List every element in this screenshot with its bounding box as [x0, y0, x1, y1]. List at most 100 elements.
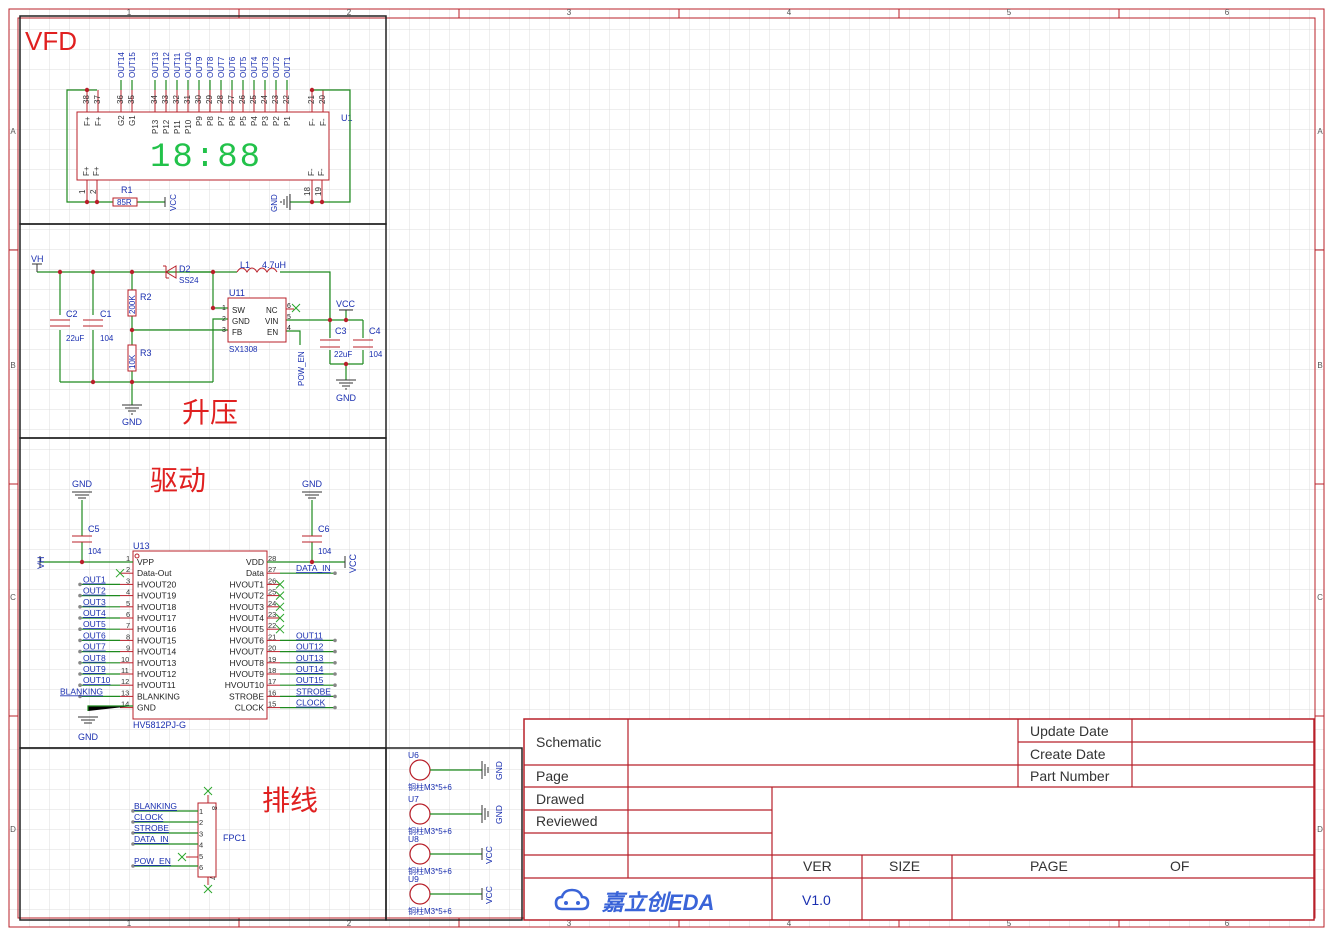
vfd-bottom-pin-name-19: F- — [317, 168, 326, 176]
mount-ref: U7 — [408, 794, 419, 804]
u13-right-pin-name: HVOUT10 — [225, 680, 264, 690]
vfd-top-pin-name: P6 — [228, 116, 237, 126]
vfd-top-pin-num: 32 — [172, 95, 181, 104]
net-endpoint — [78, 649, 82, 654]
u13-left-pin-name: HVOUT17 — [137, 613, 176, 623]
u13-right-pin-name: HVOUT4 — [230, 613, 265, 623]
r3-value: 10K — [128, 354, 137, 369]
net-endpoint — [78, 661, 82, 665]
vfd-out-label: OUT1 — [283, 56, 292, 78]
u13-right-pin-num: 25 — [268, 588, 276, 597]
u13-right-pin-num: 19 — [268, 655, 276, 664]
vfd-top-pin-num: 21 — [307, 95, 316, 104]
u11-pin-num-1: 1 — [222, 305, 226, 312]
u13-left-net-label: OUT7 — [83, 642, 106, 652]
vfd-out-label: OUT14 — [117, 52, 126, 78]
vfd-top-pin-num: 29 — [205, 95, 214, 104]
tb-page-label: PAGE — [1030, 858, 1068, 874]
net-endpoint — [333, 649, 337, 654]
vfd-out-label: OUT2 — [272, 56, 281, 78]
u11-pin-gnd: GND — [232, 317, 250, 326]
vfd-top-pin-num: 25 — [249, 95, 258, 104]
u13-left-pin-name: HVOUT12 — [137, 669, 176, 679]
vfd-top-pin-num: 20 — [318, 95, 327, 104]
driver-gnd-label-c6: GND — [302, 479, 323, 489]
u13-left-net-label: OUT5 — [83, 619, 106, 629]
vfd-bottom-pin-num-1: 1 — [78, 189, 87, 194]
boost-gnd-label-right: GND — [336, 393, 357, 403]
mount-label: 铜柱M3*5+6 — [408, 906, 452, 916]
u13-right-pin-name: STROBE — [229, 691, 264, 701]
u13-left-pin-name: HVOUT18 — [137, 602, 176, 612]
mount-net-label: GND — [494, 805, 504, 824]
r1-ref: R1 — [121, 185, 133, 195]
vfd-top-pin-name: P4 — [250, 116, 259, 126]
vfd-top-pin-name: P5 — [239, 116, 248, 126]
row-marker-right-a: A — [1317, 127, 1323, 136]
vfd-out-label: OUT6 — [228, 56, 237, 78]
jlc-eda-logo-text: 嘉立创EDA — [601, 890, 714, 915]
u13-left-pin-name: GND — [137, 703, 156, 713]
vfd-top-pin-name: F- — [308, 118, 317, 126]
u13-left-pin-num: 6 — [126, 610, 130, 619]
u11-pin-num-3: 3 — [222, 327, 226, 334]
u13-right-pin-name: HVOUT5 — [230, 624, 265, 634]
vfd-bottom-pin-name-2: F+ — [92, 166, 101, 176]
u13-left-pin-num: 11 — [121, 666, 129, 675]
vfd-out-label: OUT13 — [151, 52, 160, 78]
mount-post-icon[interactable] — [409, 803, 431, 825]
r1-value: 85R — [117, 198, 132, 207]
u11-pin-vin: VIN — [265, 317, 279, 326]
driver-gnd-label-chip: GND — [78, 732, 99, 742]
vfd-top-pin-num: 22 — [282, 95, 291, 104]
tb-update-date: Update Date — [1030, 723, 1109, 739]
mount-post-icon[interactable] — [409, 883, 431, 905]
vfd-top-pin-name: P11 — [173, 120, 182, 134]
fpc-net-label: POW_EN — [134, 856, 171, 866]
vfd-top-pin-num: 28 — [216, 95, 225, 104]
u13-left-pin-name: VPP — [137, 557, 154, 567]
u13-right-pin-name: Data — [246, 568, 264, 578]
u13-right-pin-name: CLOCK — [235, 703, 265, 713]
u13-left-pin-num: 12 — [121, 677, 129, 686]
row-marker-left-b: B — [10, 361, 15, 370]
u13-left-net-label: OUT8 — [83, 653, 106, 663]
net-endpoint — [78, 627, 82, 631]
col-marker-top-6: 6 — [1225, 8, 1230, 17]
u13-right-net-label: OUT14 — [296, 664, 324, 674]
u13-left-net-label: OUT3 — [83, 597, 106, 607]
l1-ref: L1 — [240, 260, 250, 270]
u11-pin-nc: NC — [266, 306, 278, 315]
mount-post-icon[interactable] — [409, 843, 431, 865]
vfd-top-pin-num: 34 — [150, 95, 159, 104]
mount-post-icon[interactable] — [409, 759, 431, 781]
mount-label: 铜柱M3*5+6 — [408, 782, 452, 792]
u13-left-pin-num: 13 — [121, 688, 129, 697]
c4-ref: C4 — [369, 326, 381, 336]
vfd-top-pin-num: 38 — [82, 95, 91, 104]
u13-right-net-label: CLOCK — [296, 698, 326, 708]
u11-pin-sw: SW — [232, 306, 245, 315]
u13-left-pin-num: 7 — [126, 621, 130, 630]
vfd-out-label: OUT3 — [261, 56, 270, 78]
net-endpoint — [78, 605, 82, 609]
u11-pin-num-2: 2 — [222, 316, 226, 323]
c3-value: 22uF — [334, 350, 352, 359]
vfd-section-title: VFD — [25, 26, 77, 56]
fpc-net-label: STROBE — [134, 823, 169, 833]
u13-right-pin-num: 20 — [268, 644, 276, 653]
fpc-pin-num: 3 — [199, 829, 203, 838]
u13-right-net-label: OUT12 — [296, 642, 324, 652]
u13-right-net-label: OUT15 — [296, 675, 324, 685]
c1-value: 104 — [100, 334, 114, 343]
u11-part: SX1308 — [229, 345, 258, 354]
vfd-top-pin-name: G2 — [117, 115, 126, 126]
vfd-top-pin-num: 31 — [183, 95, 192, 104]
vfd-top-pin-num: 33 — [161, 95, 170, 104]
vfd-top-pin-name: P12 — [162, 119, 171, 134]
u13-left-net-label: OUT10 — [83, 675, 111, 685]
driver-vcc-label: VCC — [348, 553, 358, 573]
vfd-top-pin-name: P2 — [272, 116, 281, 126]
u13-left-net-label: OUT1 — [83, 574, 106, 584]
u13-right-net-label: OUT11 — [296, 630, 323, 640]
